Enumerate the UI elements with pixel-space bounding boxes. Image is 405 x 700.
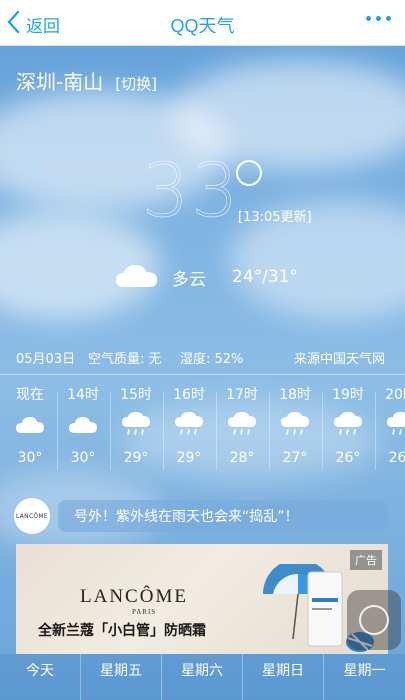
hour-item: 17时 28° [216,384,268,479]
rain-cloud-icon [322,412,374,446]
hour-item: 19时 26° [322,384,374,479]
more-dots-icon[interactable] [366,16,391,21]
date-text: 05月03日 [16,352,76,367]
hour-temp: 29° [176,450,202,466]
ad-brand: LANCÔME [80,586,188,607]
hour-temp: 28° [229,450,255,466]
data-source: 来源中国天气网 [294,352,386,367]
info-row: 05月03日 空气质量: 无 湿度: 52% 来源中国天气网 [16,348,392,367]
humidity: 湿度: 52% [180,352,244,367]
ad-brand-sub: PARIS [132,608,157,616]
floating-assistive-button[interactable] [347,590,401,650]
hour-item: 18时 27° [269,384,321,479]
rain-cloud-icon [269,412,321,446]
hour-temp: 30° [70,450,96,466]
hour-temp: 26° [388,450,405,466]
top-bar: 返回 QQ天气 [0,0,405,46]
tab-saturday[interactable]: 星期六 [162,654,243,700]
ad-banner[interactable]: 广告 LANCÔME PARIS 全新兰蔻「小白管」防晒霜 [16,544,388,654]
hour-temp: 29° [123,450,149,466]
cloud-icon [114,260,160,294]
hour-item: 15时 29° [110,384,162,479]
hour-time: 20时 [385,387,405,403]
air-quality: 空气质量: 无 [88,352,162,367]
current-temperature: 33 [142,148,241,235]
hour-time: 14时 [67,387,99,403]
hour-item: 20时 26° [375,384,405,479]
hour-time: 15时 [120,387,152,403]
ad-slogan: 全新兰蔻「小白管」防晒霜 [38,623,206,639]
weather-main: 深圳-南山 [切换] 33 [13:05更新] 多云 24°/31° 05月03… [0,46,405,700]
circle-icon [359,605,389,635]
location-name: 深圳-南山 [16,70,104,94]
switch-location-link[interactable]: [切换] [115,73,157,94]
hour-temp: 27° [282,450,308,466]
hour-time: 16时 [173,387,205,403]
rain-cloud-icon [375,412,405,446]
hour-time: 17时 [226,387,258,403]
tab-today[interactable]: 今天 [0,654,81,700]
hourly-forecast[interactable]: 现在 30° 14时 30° 15时 29° 16时 29° 17时 28° 1… [0,384,405,479]
rain-cloud-icon [163,412,215,446]
hour-item: 16时 29° [163,384,215,479]
update-time: [13:05更新] [238,210,312,225]
hour-temp: 26° [335,450,361,466]
temperature-range: 24°/31° [232,267,298,287]
hour-item: 现在 30° [4,384,56,479]
news-avatar: LANCÔME [14,498,50,534]
page-title: QQ天气 [170,16,235,36]
location-header: 深圳-南山 [切换] [16,66,157,95]
day-tabs: 今天 星期五 星期六 星期日 星期一 [0,654,405,700]
hour-temp: 30° [17,450,43,466]
rain-cloud-icon [216,412,268,446]
tab-monday[interactable]: 星期一 [324,654,405,700]
divider [0,374,405,375]
hour-item: 14时 30° [57,384,109,479]
tab-sunday[interactable]: 星期日 [243,654,324,700]
news-item[interactable]: LANCÔME 号外！紫外线在雨天也会来“捣乱”！ [14,498,390,534]
rain-cloud-icon [110,412,162,446]
current-condition: 多云 24°/31° [114,260,298,294]
hour-time: 19时 [332,387,364,403]
cloud-icon [57,412,109,446]
tab-friday[interactable]: 星期五 [81,654,162,700]
degree-symbol [236,160,262,186]
news-bubble[interactable]: 号外！紫外线在雨天也会来“捣乱”！ [58,500,388,532]
cloud-icon [4,412,56,446]
hour-time: 现在 [16,387,44,403]
hour-time: 18时 [279,387,311,403]
condition-text: 多云 [172,269,206,290]
